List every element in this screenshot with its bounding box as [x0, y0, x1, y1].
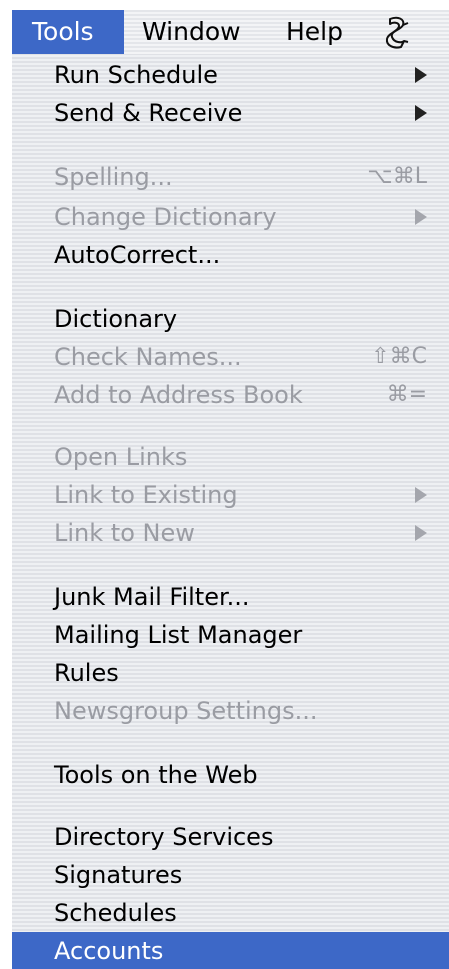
keyboard-shortcut: ⌘=	[386, 382, 427, 407]
menu-item-junk-mail-filter[interactable]: Junk Mail Filter...	[12, 578, 449, 616]
keyboard-shortcut: ⌥⌘L	[367, 164, 427, 189]
menu-item-add-to-address-book: Add to Address Book ⌘=	[12, 376, 449, 414]
menu-item-dictionary[interactable]: Dictionary	[12, 300, 449, 338]
menu-item-label: Signatures	[54, 861, 183, 889]
submenu-arrow-icon	[415, 209, 427, 225]
menu-item-label: Change Dictionary	[54, 203, 277, 231]
menu-item-label: Schedules	[54, 899, 177, 927]
menu-item-label: Dictionary	[54, 305, 178, 333]
menu-item-directory-services[interactable]: Directory Services	[12, 818, 449, 856]
menu-item-label: Accounts	[54, 937, 164, 965]
menu-item-run-schedule[interactable]: Run Schedule	[12, 56, 449, 94]
keyboard-shortcut: ⇧⌘C	[371, 344, 427, 369]
menu-item-label: Link to Existing	[54, 481, 238, 509]
tools-menu-frame: Tools Window Help Run Schedule Send & Re…	[12, 10, 449, 969]
menu-item-tools-on-the-web[interactable]: Tools on the Web	[12, 756, 449, 794]
menu-item-label: Send & Receive	[54, 99, 243, 127]
submenu-arrow-icon	[415, 105, 427, 121]
menu-item-label: Run Schedule	[54, 61, 218, 89]
menu-item-change-dictionary: Change Dictionary	[12, 198, 449, 236]
submenu-arrow-icon	[415, 67, 427, 83]
menu-item-label: Add to Address Book	[54, 381, 303, 409]
menu-item-label: AutoCorrect...	[54, 241, 221, 269]
menu-item-label: Directory Services	[54, 823, 274, 851]
menubar-help[interactable]: Help	[286, 10, 343, 54]
menubar-tools[interactable]: Tools	[12, 10, 124, 54]
menu-item-autocorrect[interactable]: AutoCorrect...	[12, 236, 449, 274]
menu-item-schedules[interactable]: Schedules	[12, 894, 449, 932]
script-menu-icon[interactable]	[378, 14, 414, 50]
menu-item-rules[interactable]: Rules	[12, 654, 449, 692]
script-scroll-icon	[385, 16, 409, 49]
menu-item-label: Newsgroup Settings...	[54, 697, 318, 725]
menubar-window[interactable]: Window	[142, 10, 241, 54]
menu-item-signatures[interactable]: Signatures	[12, 856, 449, 894]
submenu-arrow-icon	[415, 525, 427, 541]
menu-item-send-receive[interactable]: Send & Receive	[12, 94, 449, 132]
menu-item-label: Rules	[54, 659, 119, 687]
menu-item-spelling: Spelling... ⌥⌘L	[12, 158, 449, 196]
menu-item-label: Mailing List Manager	[54, 621, 303, 649]
menu-item-accounts[interactable]: Accounts	[12, 932, 449, 969]
menu-item-open-links: Open Links	[12, 438, 449, 476]
menu-item-mailing-list-manager[interactable]: Mailing List Manager	[12, 616, 449, 654]
menu-bar: Tools Window Help	[12, 10, 449, 54]
menu-item-label: Junk Mail Filter...	[54, 583, 250, 611]
menu-item-link-to-existing: Link to Existing	[12, 476, 449, 514]
menu-item-label: Open Links	[54, 443, 188, 471]
menu-item-newsgroup-settings: Newsgroup Settings...	[12, 692, 449, 730]
menu-item-label: Link to New	[54, 519, 195, 547]
menu-item-label: Check Names...	[54, 343, 242, 371]
menu-item-check-names: Check Names... ⇧⌘C	[12, 338, 449, 376]
menu-item-link-to-new: Link to New	[12, 514, 449, 552]
menu-item-label: Spelling...	[54, 163, 173, 191]
submenu-arrow-icon	[415, 487, 427, 503]
menu-item-label: Tools on the Web	[54, 761, 258, 789]
